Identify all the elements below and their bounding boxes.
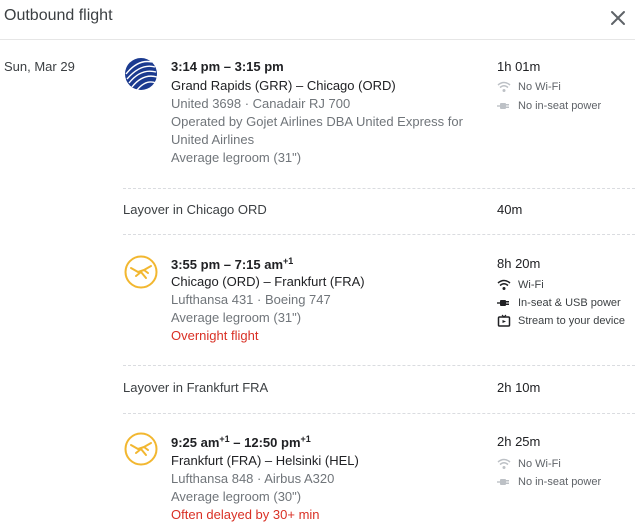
next-day-indicator: +1 [300,434,311,444]
segment-divider [123,234,635,235]
segment-overnight-note: Overnight flight [171,328,259,343]
amenity-wifi: No Wi-Fi [497,80,561,94]
amenity-label: No Wi-Fi [518,81,561,93]
amenity-stream: Stream to your device [497,314,625,328]
segment-arrival-time: – 12:50 pm [229,435,301,450]
stream-tv-icon [497,314,511,327]
segment-times: 3:55 pm – 7:15 am+1 [171,256,293,272]
segment-duration: 8h 20m [497,256,541,271]
next-day-indicator: +1 [219,434,230,444]
segment-delay-note: Often delayed by 30+ min [171,507,320,522]
segment-time-range: 3:55 pm – 7:15 am [171,257,284,272]
amenity-label: Stream to your device [518,315,625,327]
segment-divider [123,188,635,189]
segment-route: Grand Rapids (GRR) – Chicago (ORD) [171,78,396,93]
segment-legroom: Average legroom (30") [171,489,302,504]
amenity-label: Wi-Fi [518,279,544,291]
layover-label: Layover in Frankfurt FRA [123,380,269,395]
power-plug-off-icon [497,479,509,485]
segment-flight-number: Lufthansa 431 · Boeing 747 [171,292,331,307]
segment-operated-by-cont: United Airlines [171,132,255,147]
amenity-wifi: No Wi-Fi [497,457,561,471]
segment-duration: 2h 25m [497,434,541,449]
power-plug-off-icon [497,103,509,109]
segment-divider [123,413,635,414]
amenity-label: No in-seat power [518,476,602,488]
dialog-header: Outbound flight [0,0,635,40]
wifi-off-icon [497,81,511,92]
united-airlines-logo [124,57,158,91]
amenity-wifi: Wi-Fi [497,278,544,292]
amenity-label: No Wi-Fi [518,458,561,470]
layover-label: Layover in Chicago ORD [123,202,267,217]
amenity-power: No in-seat power [497,475,601,489]
amenity-power: In-seat & USB power [497,296,621,310]
amenity-label: No in-seat power [518,100,602,112]
lufthansa-logo [124,432,158,466]
segment-duration: 1h 01m [497,59,541,74]
segment-times: 3:14 pm – 3:15 pm [171,59,284,74]
segment-flight-number: Lufthansa 848 · Airbus A320 [171,471,335,486]
dialog-title: Outbound flight [4,7,113,24]
close-button[interactable] [607,7,629,29]
lufthansa-logo [124,255,158,289]
flight-date: Sun, Mar 29 [4,59,75,74]
layover-duration: 40m [497,202,523,217]
segment-departure-time: 9:25 am [171,435,220,450]
segment-times: 9:25 am+1 – 12:50 pm+1 [171,434,311,450]
segment-route: Frankfurt (FRA) – Helsinki (HEL) [171,453,359,468]
layover-duration: 2h 10m [497,380,541,395]
segment-route: Chicago (ORD) – Frankfurt (FRA) [171,274,365,289]
segment-legroom: Average legroom (31") [171,150,302,165]
next-day-indicator: +1 [283,256,294,266]
power-plug-icon [497,300,509,306]
segment-divider [123,365,635,366]
close-icon[interactable] [607,7,629,29]
segment-legroom: Average legroom (31") [171,310,302,325]
amenity-label: In-seat & USB power [518,297,621,309]
wifi-icon [497,279,511,290]
segment-flight-number: United 3698 · Canadair RJ 700 [171,96,351,111]
amenity-power: No in-seat power [497,99,601,113]
wifi-off-icon [497,458,511,469]
segment-operated-by: Operated by Gojet Airlines DBA United Ex… [171,114,463,129]
